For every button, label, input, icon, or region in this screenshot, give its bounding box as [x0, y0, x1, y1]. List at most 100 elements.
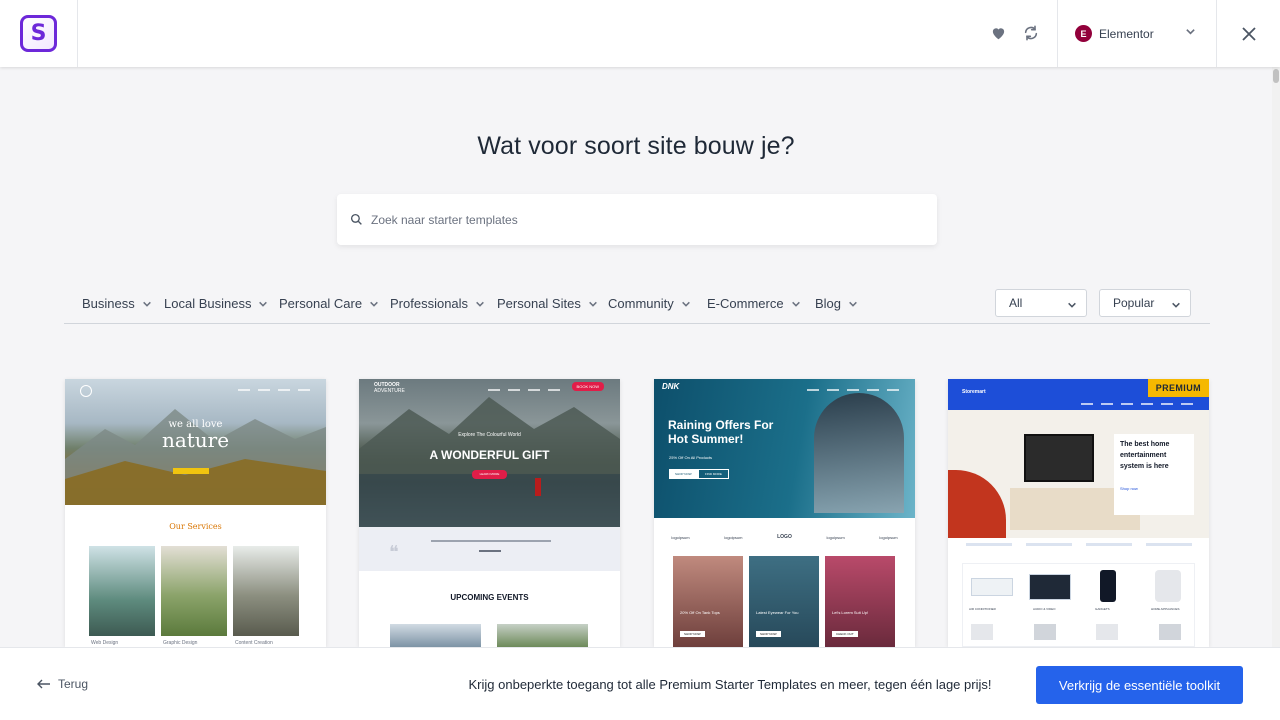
tile-title: 20% Off On Tank Tops: [680, 610, 720, 615]
tile-button: CHECK OUT: [832, 631, 858, 637]
find-more-button: FIND MORE: [698, 469, 729, 479]
template-type-select[interactable]: All: [995, 289, 1087, 317]
page-builder-select[interactable]: E Elementor: [1057, 0, 1217, 67]
scrollbar-thumb[interactable]: [1273, 69, 1279, 83]
hero-title: nature: [161, 428, 230, 452]
chevron-down-icon: [791, 301, 800, 307]
template-card-storemart[interactable]: Storemart PREMIUM The best home entertai…: [948, 379, 1209, 647]
back-label: Terug: [58, 677, 89, 691]
service-image: [161, 546, 227, 636]
get-toolkit-button[interactable]: Verkrijg de essentiële toolkit: [1036, 666, 1243, 704]
chevron-down-icon: [849, 301, 857, 307]
store-name: Storemart: [962, 389, 986, 395]
tile-title: Let's Lorem Suit Up!: [832, 610, 869, 615]
hero-button: LEARN MORE: [472, 470, 507, 479]
service-image: [89, 546, 155, 636]
hero-subtitle: 25% Off On All Products: [669, 455, 713, 460]
category-label: Community: [608, 296, 674, 311]
category-label: Professionals: [390, 296, 469, 311]
category-professionals[interactable]: Professionals: [390, 296, 485, 311]
elementor-icon: E: [1075, 25, 1092, 42]
category-label: Local Business: [164, 296, 252, 311]
close-button[interactable]: [1237, 22, 1261, 46]
hero-kicker: Explore The Colourful World: [458, 432, 521, 438]
shop-now-button: SHOP NOW: [669, 469, 698, 479]
category-blog[interactable]: Blog: [815, 296, 858, 311]
page-builder-name: Elementor: [1099, 26, 1154, 41]
template-card-dnk-shop[interactable]: DNK Raining Offers For Hot Summer! 25% O…: [654, 379, 915, 647]
event-image: [390, 624, 481, 647]
client-logo: logoipsum: [826, 534, 845, 540]
promo-box: The best home entertainment system is he…: [1114, 434, 1194, 515]
category-personal-sites[interactable]: Personal Sites: [497, 296, 598, 311]
search-icon: [350, 213, 362, 225]
starter-templates-logo[interactable]: S: [20, 15, 57, 52]
product-label: GADGETS: [1095, 607, 1110, 611]
chevron-down-icon: [259, 301, 268, 307]
service-label: Content Creation: [235, 640, 273, 646]
template-type-value: All: [1009, 296, 1023, 310]
promo-tile: Latest Eyewear For You SHOP NOW: [749, 556, 819, 647]
sort-value: Popular: [1113, 296, 1155, 310]
chevron-down-icon: [476, 301, 484, 307]
tile-title: Latest Eyewear For You: [756, 610, 799, 615]
promo-tile: 20% Off On Tank Tops SHOP NOW: [673, 556, 743, 647]
service-label: Web Design: [91, 640, 119, 646]
chevron-down-icon: [370, 301, 378, 307]
promo-title: The best home entertainment system is he…: [1120, 441, 1170, 470]
logo-cell: S: [0, 0, 78, 67]
logo-letter: S: [30, 21, 47, 46]
section-title: UPCOMING EVENTS: [450, 593, 529, 602]
client-logo: logoipsum: [879, 534, 898, 540]
event-image: [497, 624, 588, 647]
hero-image: OUTDOOR ADVENTURE BOOK NOW Explore The Co…: [359, 379, 620, 527]
hero-image: The best home entertainment system is he…: [948, 410, 1209, 538]
close-icon: [1242, 27, 1256, 41]
product-label: AUDIO & VIDEO: [1033, 607, 1056, 611]
tile-button: SHOP NOW: [680, 631, 705, 637]
search-box[interactable]: [337, 194, 937, 245]
hero-title: Raining Offers For Hot Summer!: [668, 418, 774, 446]
category-personal-care[interactable]: Personal Care: [279, 296, 379, 311]
client-logo: logoipsum: [724, 534, 743, 540]
search-input[interactable]: [371, 212, 911, 227]
product-label: HOME APPLIANCES: [1151, 607, 1180, 611]
chevron-down-icon: [681, 301, 690, 307]
sort-select[interactable]: Popular: [1099, 289, 1191, 317]
elementor-icon-letter: E: [1080, 28, 1087, 39]
category-filter-bar: Business Local Business Personal Care Pr…: [64, 288, 1210, 324]
section-title: Our Services: [169, 522, 222, 531]
hero-image: DNK Raining Offers For Hot Summer! 25% O…: [654, 379, 915, 518]
premium-badge: PREMIUM: [1147, 379, 1209, 397]
scrollbar[interactable]: [1272, 67, 1280, 647]
chevron-down-icon: [142, 301, 151, 307]
category-label: Personal Care: [279, 296, 363, 311]
hero-image: we all love nature: [65, 379, 326, 505]
category-local-business[interactable]: Local Business: [164, 296, 268, 311]
nav-book-button: BOOK NOW: [571, 382, 604, 391]
category-business[interactable]: Business: [82, 296, 152, 311]
top-bar: S E Elementor: [0, 0, 1280, 67]
hero-title: A WONDERFUL GIFT: [429, 448, 550, 462]
category-e-commerce[interactable]: E-Commerce: [707, 296, 801, 311]
back-button[interactable]: Terug: [37, 677, 88, 691]
chevron-down-icon: [1068, 302, 1076, 308]
tile-button: SHOP NOW: [756, 631, 781, 637]
category-label: Business: [82, 296, 135, 311]
arrow-left-icon: [37, 679, 50, 689]
promo-link: Shop now: [1120, 486, 1138, 491]
product-label: AIR CONDITIONER: [969, 607, 996, 611]
service-image: [233, 546, 299, 636]
category-community[interactable]: Community: [608, 296, 691, 311]
category-label: Personal Sites: [497, 296, 581, 311]
template-card-nature[interactable]: we all love nature Our Services Web Desi…: [65, 379, 326, 647]
chevron-down-icon: [588, 301, 597, 307]
client-logo: logoipsum: [671, 534, 690, 540]
chevron-down-icon: [1172, 302, 1180, 308]
favorites-heart-icon[interactable]: [987, 22, 1009, 44]
sync-refresh-icon[interactable]: [1020, 22, 1042, 44]
service-label: Graphic Design: [163, 640, 198, 646]
template-card-outdoor-adventure[interactable]: OUTDOOR ADVENTURE BOOK NOW Explore The Co…: [359, 379, 620, 647]
promo-tile: Let's Lorem Suit Up! CHECK OUT: [825, 556, 895, 647]
client-logo: LOGO: [777, 534, 792, 540]
